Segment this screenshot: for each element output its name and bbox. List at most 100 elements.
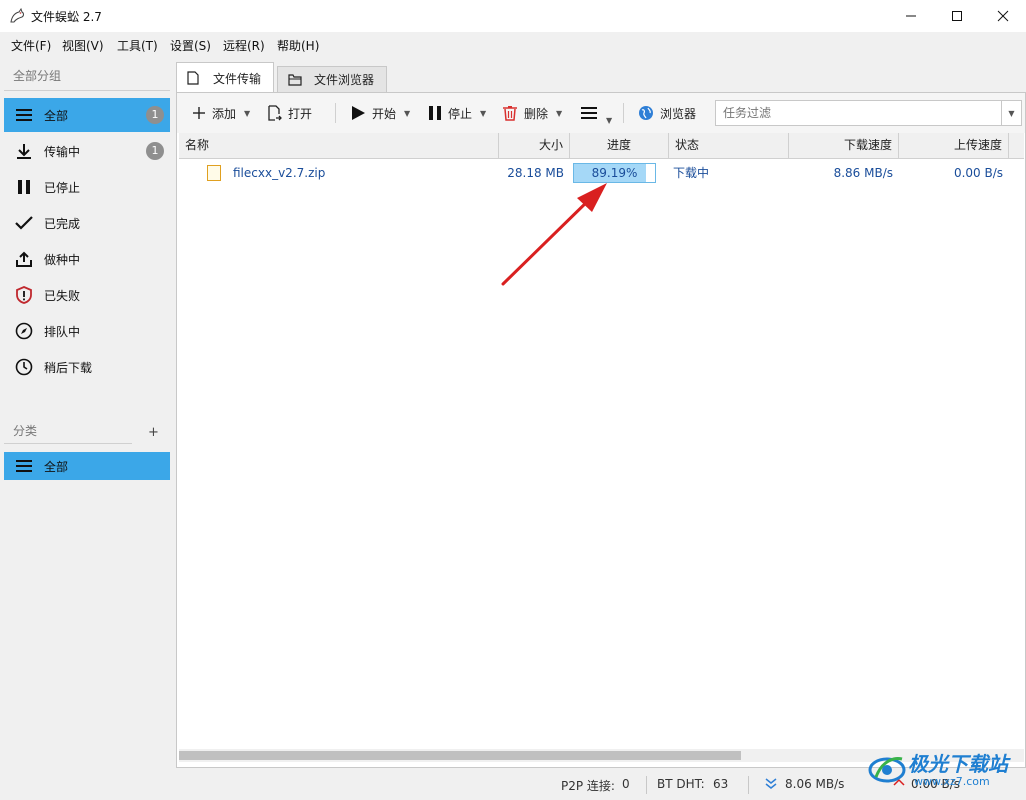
sidebar-item-label: 排队中 [44,324,81,339]
download-icon [4,134,44,168]
watermark-text: 极光下载站 [908,752,1008,776]
transfer-panel: 添加 ▼ 打开 开始 ▼ 停止 ▼ 删除 ▼ ▼ 浏览器 任务过滤 ▼ 名称 大… [176,92,1026,768]
tab-label: 文件浏览器 [314,73,375,87]
sidebar-item-later[interactable]: 稍后下载 [4,350,170,384]
column-size[interactable]: 大小 [499,133,570,159]
chevron-down-icon[interactable]: ▼ [480,109,486,118]
pause-icon [429,106,441,120]
toolbar: 添加 ▼ 打开 开始 ▼ 停止 ▼ 删除 ▼ ▼ 浏览器 任务过滤 ▼ [177,93,1025,133]
status-separator [646,776,647,794]
file-name: filecxx_v2.7.zip [233,166,326,180]
sidebar-item-transferring[interactable]: 传输中 1 [4,134,170,168]
sidebar-item-failed[interactable]: 已失败 [4,278,170,312]
category-item-all[interactable]: 全部 [4,452,170,480]
menu-tools[interactable]: 工具(T) [117,37,158,54]
open-file-icon [268,105,282,121]
menu-remote[interactable]: 远程(R) [223,37,265,54]
add-label: 添加 [212,106,237,121]
scrollbar-thumb[interactable] [179,751,741,760]
column-upload-speed[interactable]: 上传速度 [899,133,1009,159]
app-logo-icon [8,7,26,25]
stop-button[interactable]: 停止 ▼ [428,101,486,125]
tab-file-transfer[interactable]: 文件传输 [176,62,274,93]
menu-icon [581,107,597,119]
window-title: 文件蜈蚣 2.7 [31,10,102,24]
add-category-button[interactable]: + [148,425,159,440]
sidebar-item-label: 传输中 [44,144,81,159]
sidebar-item-seeding[interactable]: 做种中 [4,242,170,276]
folder-icon [288,72,304,88]
sidebar-item-all[interactable]: 全部 1 [4,98,170,132]
menu-bar: 文件(F) 视图(V) 工具(T) 设置(S) 远程(R) 帮助(H) [0,32,1026,56]
tab-file-browser[interactable]: 文件浏览器 [277,66,387,92]
open-button[interactable]: 打开 [268,101,312,125]
group-header: 全部分组 [13,69,62,83]
menu-help[interactable]: 帮助(H) [277,37,319,54]
sidebar-item-queued[interactable]: 排队中 [4,314,170,348]
start-button[interactable]: 开始 ▼ [350,101,410,125]
sidebar-item-completed[interactable]: 已完成 [4,206,170,240]
sidebar-item-label: 已完成 [44,216,81,231]
maximize-button[interactable] [934,0,980,32]
count-badge: 1 [146,142,164,160]
watermark: 极光下载站 www.xz7.com [866,745,1026,795]
sidebar-item-label: 做种中 [44,252,81,267]
chevron-down-icon[interactable]: ▼ [244,109,250,118]
table-row[interactable]: filecxx_v2.7.zip 28.18 MB 89.19% 下载中 8.8… [179,160,1024,186]
clock-icon [4,350,44,384]
trash-icon [503,106,517,121]
add-button[interactable]: 添加 ▼ [192,101,250,125]
sidebar-item-label: 稍后下载 [44,360,93,375]
pause-icon [4,170,44,204]
file-icon [187,70,203,86]
start-label: 开始 [372,106,397,121]
task-status: 下载中 [673,166,710,180]
column-status[interactable]: 状态 [669,133,789,159]
sidebar-item-stopped[interactable]: 已停止 [4,170,170,204]
column-name[interactable]: 名称 [179,133,499,159]
task-filter-input[interactable] [716,101,1001,125]
toolbar-separator [623,103,624,123]
delete-button[interactable]: 删除 ▼ [502,101,562,125]
menu-settings[interactable]: 设置(S) [170,37,211,54]
plus-icon [193,107,205,119]
status-separator [748,776,749,794]
column-download-speed[interactable]: 下载速度 [789,133,899,159]
p2p-value: 0 [622,777,630,791]
upload-icon [4,242,44,276]
download-speed-icon [764,778,778,793]
open-label: 打开 [288,106,313,121]
category-header: 分类 [13,424,38,438]
divider [4,90,170,91]
delete-label: 删除 [524,106,549,121]
divider [4,443,132,444]
menu-file[interactable]: 文件(F) [11,37,51,54]
task-filter[interactable]: ▼ [715,100,1022,126]
progress-bar: 89.19% [573,163,656,183]
watermark-logo-icon [868,757,906,783]
tab-label: 文件传输 [213,71,262,86]
download-speed: 8.86 MB/s [833,166,893,180]
category-item-label: 全部 [44,459,69,474]
more-menu-button[interactable]: ▼ [580,101,612,125]
upload-speed: 0.00 B/s [953,166,1003,180]
dht-label: BT DHT: [657,777,705,791]
stop-label: 停止 [448,106,473,121]
chevron-down-icon[interactable]: ▼ [404,109,410,118]
sidebar-item-label: 全部 [44,108,69,123]
chevron-down-icon[interactable]: ▼ [556,109,562,118]
browser-button[interactable]: 浏览器 [638,101,696,125]
title-bar: 文件蜈蚣 2.7 [0,0,1026,32]
column-progress[interactable]: 进度 [570,133,669,159]
menu-view[interactable]: 视图(V) [62,37,104,54]
p2p-label: P2P 连接: [561,779,615,793]
minimize-button[interactable] [888,0,934,32]
globe-icon [639,106,653,120]
dht-value: 63 [713,777,729,791]
zip-file-icon [207,165,221,181]
chevron-down-icon[interactable]: ▼ [1001,101,1021,125]
watermark-url: www.xz7.com [914,775,990,788]
compass-icon [4,314,44,348]
browser-label: 浏览器 [660,106,697,121]
close-button[interactable] [980,0,1026,32]
